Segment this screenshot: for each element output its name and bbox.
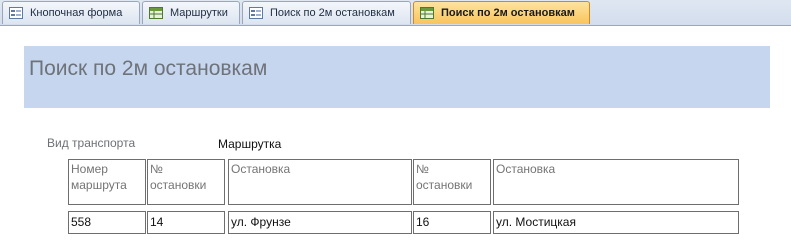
tab-poisk-form[interactable]: Поиск по 2м остановкам (242, 1, 411, 24)
table-icon (149, 7, 163, 19)
tab-label: Кнопочная форма (30, 7, 123, 19)
form-title: Поиск по 2м остановкам (29, 57, 268, 80)
header-stop-2: Остановка (493, 159, 739, 205)
tab-label: Поиск по 2м остановкам (270, 7, 395, 19)
transport-type-value[interactable]: Маршрутка (218, 137, 281, 151)
header-stop-number-2: № остановки (413, 159, 491, 205)
cell-stop-number-2[interactable]: 16 (413, 211, 491, 234)
tab-label: Маршрутки (170, 7, 228, 19)
tab-marshrutki[interactable]: Маршрутки (142, 1, 240, 24)
cell-route-number[interactable]: 558 (68, 211, 146, 234)
tab-poisk-query[interactable]: Поиск по 2м остановкам (413, 1, 590, 24)
form-icon (9, 7, 23, 19)
header-stop-number-1: № остановки (147, 159, 225, 205)
tab-label: Поиск по 2м остановкам (441, 7, 575, 19)
tab-knopochnaya-forma[interactable]: Кнопочная форма (2, 1, 140, 24)
form-header: Поиск по 2м остановкам (24, 46, 770, 108)
cell-stop-number-1[interactable]: 14 (147, 211, 225, 234)
form-icon (249, 7, 263, 19)
cell-stop-2[interactable]: ул. Мостицкая (493, 211, 739, 234)
header-route-number: Номер маршрута (68, 159, 146, 205)
document-tab-strip: Кнопочная форма Маршрутки Поиск по 2м ос… (0, 0, 791, 26)
header-stop-1: Остановка (228, 159, 412, 205)
cell-stop-1[interactable]: ул. Фрунзе (228, 211, 412, 234)
transport-type-label: Вид транспорта (47, 136, 136, 150)
query-icon (420, 7, 434, 19)
